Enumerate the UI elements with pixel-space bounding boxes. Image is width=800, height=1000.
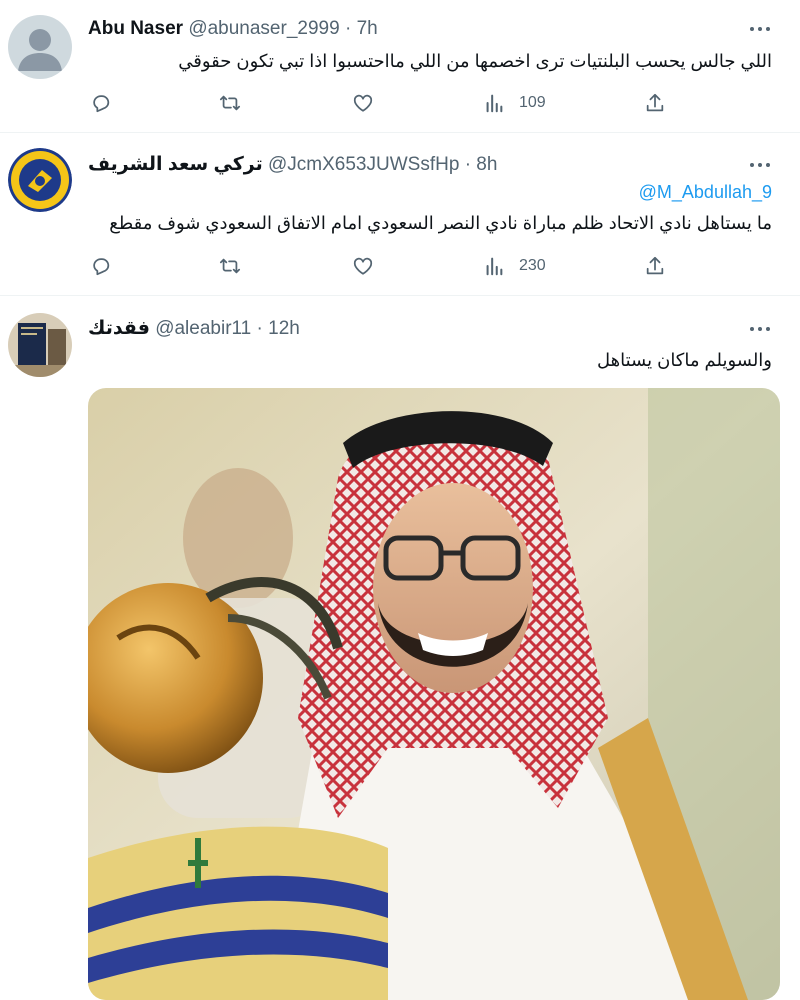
- tweet-actions: 230: [88, 254, 678, 278]
- avatar[interactable]: [8, 148, 72, 212]
- separator-dot: ·: [344, 18, 352, 39]
- photo-man-with-trophy: [88, 388, 780, 1000]
- tweet-actions: 109: [88, 91, 678, 115]
- retweet-button[interactable]: [219, 254, 241, 278]
- tweet-header: فقدتك @aleabir11 · 12h: [88, 317, 300, 340]
- tweet-header: تركي سعد الشريف @JcmX653JUWSsfHp · 8h: [88, 153, 497, 176]
- tweet[interactable]: فقدتك @aleabir11 · 12h والسويلم ماكان يس…: [0, 296, 800, 1000]
- display-name[interactable]: تركي سعد الشريف: [88, 154, 263, 175]
- retweet-button[interactable]: [219, 91, 241, 115]
- tweet-header: Abu Naser @abunaser_2999 · 7h: [88, 18, 378, 40]
- reply-button[interactable]: [90, 254, 112, 278]
- views-button[interactable]: 109: [483, 91, 546, 115]
- user-handle[interactable]: @abunaser_2999: [188, 18, 339, 39]
- share-icon: [646, 93, 664, 112]
- heart-icon: [353, 257, 373, 275]
- reply-button[interactable]: [90, 91, 112, 115]
- retweet-icon: [219, 258, 241, 274]
- default-avatar-icon: [8, 15, 72, 79]
- views-button[interactable]: 230: [483, 254, 546, 278]
- more-options-icon[interactable]: [750, 26, 770, 32]
- tweet-text: والسويلم ماكان يستاهل: [597, 350, 772, 370]
- more-options-icon[interactable]: [750, 162, 770, 168]
- like-button[interactable]: [352, 91, 374, 115]
- user-handle[interactable]: @aleabir11: [155, 318, 251, 339]
- timestamp[interactable]: 12h: [268, 318, 300, 339]
- tweet-text: ما يستاهل نادي الاتحاد ظلم مباراة نادي ا…: [109, 213, 772, 233]
- timestamp[interactable]: 8h: [476, 154, 497, 175]
- share-icon: [646, 256, 664, 275]
- reply-icon: [93, 95, 110, 113]
- al-nassr-logo-icon: [8, 148, 72, 212]
- view-count: 230: [519, 257, 546, 274]
- display-name[interactable]: فقدتك: [88, 318, 150, 339]
- retweet-icon: [219, 95, 241, 111]
- separator-dot: ·: [464, 154, 472, 175]
- tweet[interactable]: Abu Naser @abunaser_2999 · 7h اللي جالس …: [0, 0, 800, 133]
- avatar[interactable]: [8, 15, 72, 79]
- analytics-icon: [486, 257, 503, 276]
- reply-mention-link[interactable]: @M_Abdullah_9: [639, 182, 772, 203]
- timestamp[interactable]: 7h: [357, 18, 378, 39]
- tweet-text: اللي جالس يحسب البلنتيات ترى اخصمها من ا…: [178, 51, 772, 71]
- analytics-icon: [486, 94, 503, 113]
- separator-dot: ·: [256, 318, 263, 339]
- book-cover-avatar-icon: [8, 313, 72, 377]
- view-count: 109: [519, 94, 546, 111]
- display-name[interactable]: Abu Naser: [88, 18, 183, 39]
- heart-icon: [353, 94, 373, 112]
- tweet-photo[interactable]: [88, 388, 780, 1000]
- tweet[interactable]: تركي سعد الشريف @JcmX653JUWSsfHp · 8h @M…: [0, 133, 800, 296]
- reply-icon: [93, 258, 110, 276]
- avatar[interactable]: [8, 313, 72, 377]
- share-button[interactable]: [644, 254, 666, 278]
- share-button[interactable]: [644, 91, 666, 115]
- more-options-icon[interactable]: [750, 326, 770, 332]
- user-handle[interactable]: @JcmX653JUWSsfHp: [268, 154, 459, 175]
- like-button[interactable]: [352, 254, 374, 278]
